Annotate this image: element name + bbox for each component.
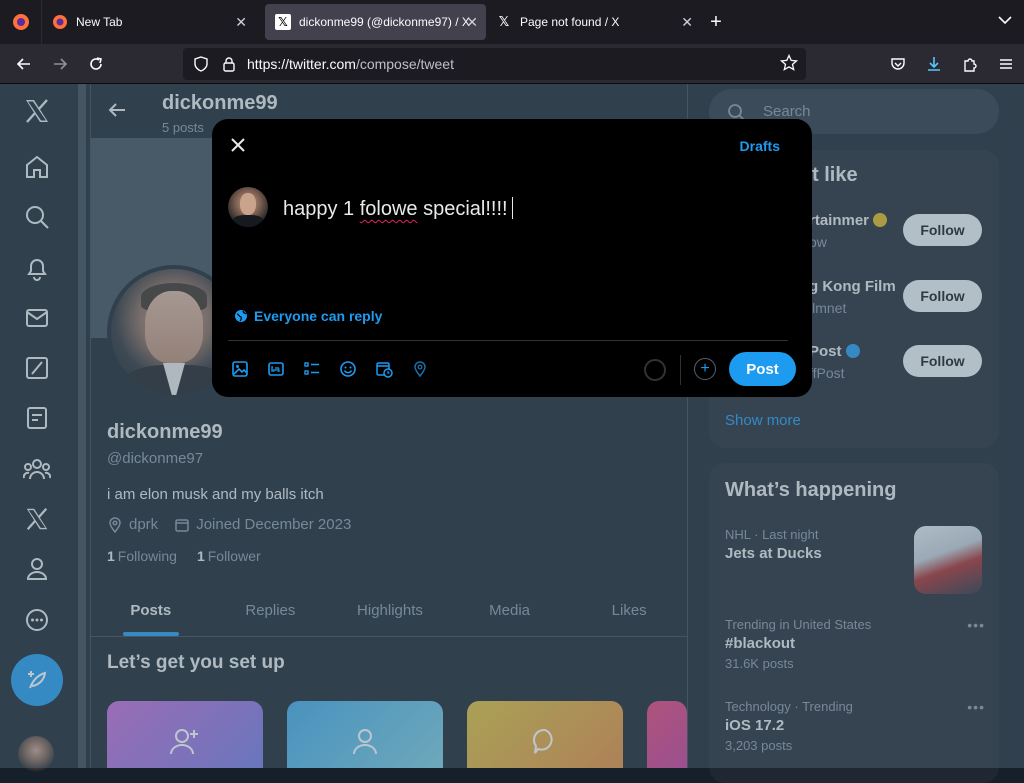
schedule-button[interactable] — [374, 359, 394, 379]
lock-icon — [223, 57, 235, 72]
globe-icon — [235, 310, 247, 322]
gif-button[interactable] — [266, 359, 286, 379]
puzzle-icon — [964, 58, 977, 72]
composer-toolbar — [230, 359, 430, 379]
close-tab-icon[interactable]: ✕ — [466, 14, 478, 31]
close-modal-button[interactable] — [228, 135, 248, 155]
compose-modal: Drafts happy 1 folowe special!!!! Everyo… — [212, 119, 812, 397]
downloads-button[interactable] — [916, 48, 952, 80]
close-icon — [231, 138, 245, 152]
new-tab-button[interactable]: + — [701, 11, 731, 34]
hamburger-icon — [1000, 59, 1012, 69]
tab-new-tab[interactable]: New Tab ✕ — [42, 4, 255, 40]
shield-icon — [194, 56, 208, 72]
close-tab-icon[interactable]: ✕ — [681, 14, 693, 31]
x-logo-icon: 𝕏 — [498, 14, 510, 29]
image-icon — [232, 361, 248, 377]
plus-icon: + — [700, 360, 710, 377]
composer-divider — [228, 340, 788, 341]
gif-icon — [268, 362, 284, 376]
bookmark-star-icon[interactable] — [779, 53, 799, 75]
tab-profile[interactable]: 𝕏 dickonme99 (@dickonme97) / X ✕ — [265, 4, 486, 40]
poll-icon — [304, 362, 319, 375]
download-icon — [928, 57, 940, 71]
url-host: https://twitter.com — [247, 56, 356, 72]
misspelled-word: folowe — [359, 198, 418, 220]
menu-button[interactable] — [988, 48, 1024, 80]
firefox-view-button[interactable] — [0, 0, 42, 44]
back-button[interactable] — [6, 48, 42, 80]
arrow-right-icon — [54, 57, 68, 70]
reply-setting-button[interactable]: Everyone can reply — [234, 308, 382, 324]
browser-nav-bar: https://twitter.com/compose/tweet — [0, 44, 1024, 84]
extensions-button[interactable] — [952, 48, 988, 80]
reload-button[interactable] — [78, 48, 114, 80]
media-button[interactable] — [230, 359, 250, 379]
reload-icon — [90, 56, 102, 70]
calendar-clock-icon — [376, 362, 393, 378]
text-caret — [511, 197, 513, 219]
chevron-down-icon — [998, 16, 1012, 25]
emoji-icon — [340, 361, 356, 377]
url-bar[interactable]: https://twitter.com/compose/tweet — [183, 48, 806, 80]
list-all-tabs-button[interactable] — [998, 12, 1012, 28]
post-button[interactable]: Post — [729, 352, 796, 386]
poll-button[interactable] — [302, 359, 322, 379]
drafts-button[interactable]: Drafts — [740, 138, 780, 154]
tab-label: dickonme99 (@dickonme97) / X — [299, 15, 470, 29]
location-button[interactable] — [410, 359, 430, 379]
add-post-button[interactable]: + — [694, 358, 716, 380]
browser-tab-bar: New Tab ✕ 𝕏 dickonme99 (@dickonme97) / X… — [0, 0, 1024, 44]
location-pin-icon — [414, 361, 426, 378]
compose-text-part: special!!!! — [417, 198, 508, 220]
url-path: /compose/tweet — [355, 56, 454, 72]
composer-avatar[interactable] — [228, 187, 268, 227]
x-logo-icon: 𝕏 — [275, 14, 291, 30]
firefox-tab-icon — [52, 14, 68, 30]
pocket-icon — [891, 58, 905, 70]
firefox-icon — [12, 14, 29, 30]
forward-button[interactable] — [42, 48, 78, 80]
compose-text-part: happy 1 — [283, 198, 360, 220]
tab-page-not-found[interactable]: 𝕏 Page not found / X ✕ — [486, 4, 701, 40]
arrow-left-icon — [16, 57, 30, 70]
close-tab-icon[interactable]: ✕ — [235, 14, 247, 31]
tab-label: Page not found / X — [520, 15, 620, 29]
tab-label: New Tab — [76, 15, 123, 29]
character-count-ring — [644, 359, 666, 381]
pocket-button[interactable] — [880, 48, 916, 80]
emoji-button[interactable] — [338, 359, 358, 379]
compose-textarea[interactable]: happy 1 folowe special!!!! — [283, 197, 513, 221]
toolbar-separator — [680, 355, 681, 385]
reply-setting-label: Everyone can reply — [254, 308, 383, 324]
